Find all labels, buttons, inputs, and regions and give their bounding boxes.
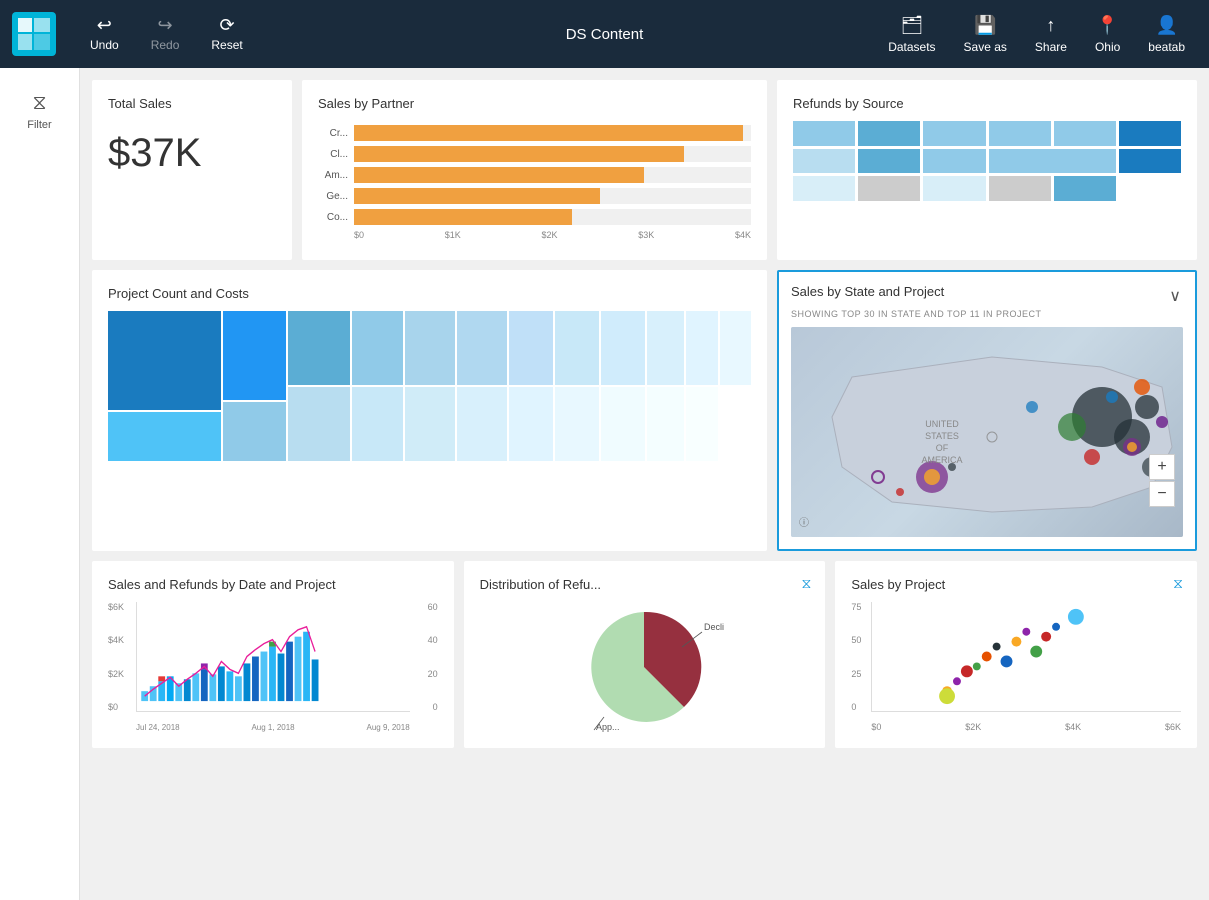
sales-by-partner-card: Sales by Partner Cr... Cl... Am... [302,80,767,260]
map-svg: UNITED STATES OF AMERICA [791,327,1183,537]
topnav-actions: ↩ Undo ↪ Redo ⟳ Reset [76,10,257,58]
datasets-label: Datasets [888,40,935,54]
user-icon: 👤 [1155,15,1177,36]
topnav-right: 🗂 Datasets 💾 Save as ↑ Share 📍 Ohio 👤 be… [876,9,1197,60]
app-logo [12,12,56,56]
location-icon: 📍 [1096,15,1118,36]
sales-refunds-title: Sales and Refunds by Date and Project [108,577,438,592]
distribution-filter-icon[interactable]: ⧖ [802,575,812,592]
map-area: UNITED STATES OF AMERICA + − ⓘ [791,327,1183,537]
redo-icon: ↪ [157,16,172,34]
bar-row-4: Co... [318,209,751,225]
svg-text:STATES: STATES [925,431,959,441]
user-button[interactable]: 👤 beatab [1136,9,1197,60]
undo-button[interactable]: ↩ Undo [76,10,133,58]
sales-partner-title: Sales by Partner [318,96,751,111]
saveas-icon: 💾 [974,15,996,36]
svg-text:AMERICA: AMERICA [921,455,962,465]
share-icon: ↑ [1046,15,1055,36]
map-controls: + − [1149,454,1175,507]
reset-icon: ⟳ [220,16,235,34]
redo-label: Redo [151,38,180,52]
page-title: DS Content [566,26,644,43]
share-label: Share [1035,40,1067,54]
sales-partner-chart: Cr... Cl... Am... Ge... [318,121,751,244]
saveas-button[interactable]: 💾 Save as [952,9,1019,60]
undo-icon: ↩ [97,16,112,34]
bar-row-2: Am... [318,167,751,183]
reset-label: Reset [211,38,242,52]
datasets-button[interactable]: 🗂 Datasets [876,9,947,60]
filter-item[interactable]: ⧖ Filter [0,84,79,139]
sales-refunds-date-card: Sales and Refunds by Date and Project $6… [92,561,454,748]
sales-by-state-card: Sales by State and Project ∨ SHOWING TOP… [777,270,1197,551]
sales-state-title: Sales by State and Project [791,284,1183,299]
distribution-refunds-card: Distribution of Refu... ⧖ Declined App..… [464,561,826,748]
filter-label: Filter [27,119,51,131]
total-sales-value: $37K [108,131,276,176]
scatter-plot-area [871,602,1181,712]
project-count-title: Project Count and Costs [108,286,751,301]
refunds-source-title: Refunds by Source [793,96,1181,111]
svg-text:OF: OF [936,443,949,453]
sales-project-filter-icon[interactable]: ⧖ [1173,575,1183,592]
map-subtitle: SHOWING TOP 30 IN STATE AND TOP 11 IN PR… [791,309,1183,319]
svg-text:App...: App... [596,722,620,732]
saveas-label: Save as [964,40,1007,54]
ohio-label: Ohio [1095,40,1120,54]
undo-label: Undo [90,38,119,52]
redo-button[interactable]: ↪ Redo [137,10,194,58]
sales-by-project-card: Sales by Project ⧖ 75 50 25 0 [835,561,1197,748]
total-sales-card: Total Sales $37K [92,80,292,260]
datasets-icon: 🗂 [900,15,923,36]
refunds-by-source-card: Refunds by Source [777,80,1197,260]
scatter-chart: 75 50 25 0 [851,602,1181,732]
chevron-down-icon[interactable]: ∨ [1169,286,1181,306]
combo-chart-area [136,602,410,712]
svg-text:UNITED: UNITED [925,419,959,429]
reset-button[interactable]: ⟳ Reset [197,10,256,58]
combo-chart: $6K $4K $2K $0 60 40 20 0 [108,602,438,732]
bar-row-1: Cl... [318,146,751,162]
main-content: Total Sales $37K Sales by Partner Cr... … [80,68,1209,900]
project-count-card: Project Count and Costs [92,270,767,551]
bar-row-3: Ge... [318,188,751,204]
ohio-button[interactable]: 📍 Ohio [1083,9,1132,60]
svg-text:Declined: Declined [704,622,724,632]
layout: ⧖ Filter Total Sales $37K Sales by Partn… [0,68,1209,900]
topnav: ↩ Undo ↪ Redo ⟳ Reset DS Content 🗂 Datas… [0,0,1209,68]
zoom-in-button[interactable]: + [1149,454,1175,480]
map-info-icon: ⓘ [799,514,809,529]
pie-chart: Declined App... [480,602,810,732]
user-label: beatab [1148,40,1185,54]
sales-project-title: Sales by Project [851,577,1181,592]
sidebar: ⧖ Filter [0,68,80,900]
bar-row-0: Cr... [318,125,751,141]
zoom-out-button[interactable]: − [1149,481,1175,507]
distribution-title: Distribution of Refu... [480,577,810,592]
share-button[interactable]: ↑ Share [1023,9,1079,60]
filter-icon: ⧖ [32,92,46,115]
bottom-row: Sales and Refunds by Date and Project $6… [92,561,1197,748]
refunds-grid [793,121,1181,201]
project-treemap [108,311,751,461]
total-sales-title: Total Sales [108,96,276,111]
